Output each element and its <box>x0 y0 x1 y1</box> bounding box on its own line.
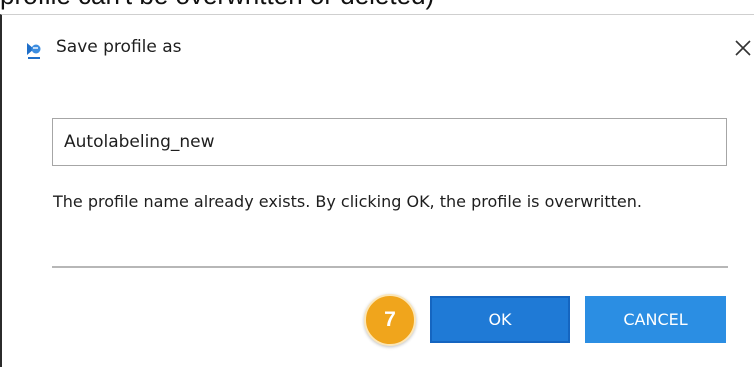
profile-name-input[interactable] <box>52 118 727 166</box>
dialog-titlebar: Save profile as <box>2 15 754 75</box>
step-number-badge: 7 <box>364 294 416 346</box>
close-icon <box>735 40 751 56</box>
save-profile-dialog: Save profile as The profile name already… <box>0 14 754 367</box>
ok-button[interactable]: OK <box>430 296 570 343</box>
profile-app-icon <box>27 43 41 59</box>
divider <box>52 266 728 268</box>
background-caption: profile can't be overwritten or deleted) <box>0 0 434 11</box>
cancel-button[interactable]: CANCEL <box>585 296 726 343</box>
close-button[interactable] <box>730 34 754 62</box>
overwrite-warning-message: The profile name already exists. By clic… <box>53 192 642 211</box>
dialog-title: Save profile as <box>56 37 182 57</box>
